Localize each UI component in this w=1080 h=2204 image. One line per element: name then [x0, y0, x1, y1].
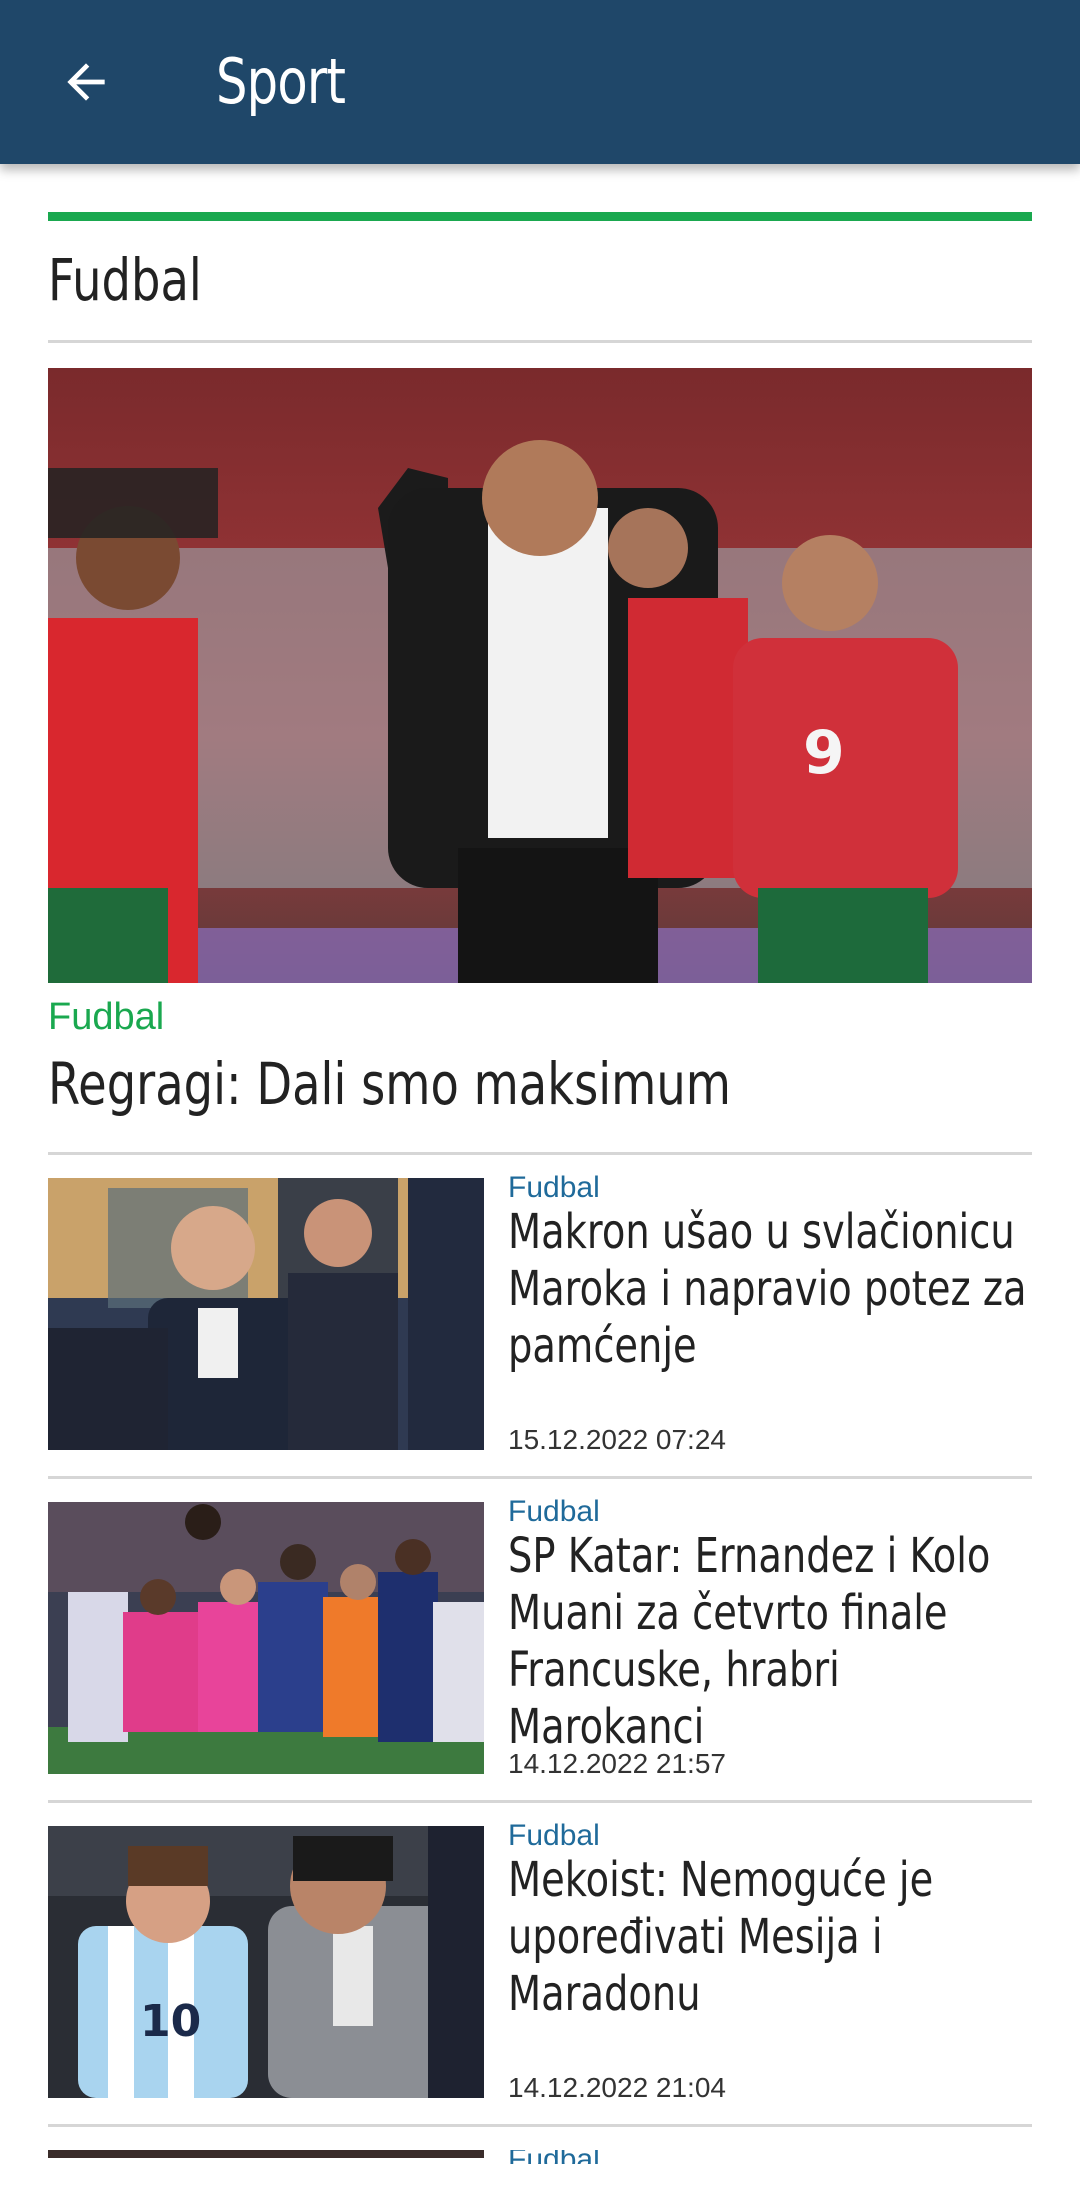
- page-title: Sport: [216, 45, 346, 118]
- svg-text:10: 10: [140, 1996, 201, 2047]
- divider: [48, 340, 1032, 343]
- app-bar: Sport: [0, 0, 1080, 164]
- section-accent-line: [48, 212, 1032, 221]
- article-category: Fudbal: [508, 1171, 600, 1204]
- list-item[interactable]: Fudbal Makron ušao u svlačionicu Maroka …: [48, 1171, 1032, 1455]
- list-item[interactable]: Fudbal: [48, 2150, 1032, 2164]
- featured-article-category: Fudbal: [48, 996, 165, 1038]
- divider: [48, 2124, 1032, 2127]
- section-title: Fudbal: [48, 246, 202, 314]
- article-thumbnail: [48, 1502, 484, 1774]
- article-title: Mekoist: Nemoguće je upoređivati Mesija …: [508, 1852, 934, 2022]
- divider: [48, 1476, 1032, 1479]
- arrow-left-icon: [67, 63, 105, 101]
- article-category: Fudbal: [508, 2150, 600, 2164]
- divider: [48, 1800, 1032, 1803]
- article-thumbnail: 10: [48, 1826, 484, 2098]
- divider: [48, 1152, 1032, 1155]
- featured-article-image: 9: [48, 368, 1032, 983]
- article-title: SP Katar: Ernandez i Kolo Muani za četvr…: [508, 1528, 991, 1755]
- article-category: Fudbal: [508, 1819, 600, 1852]
- featured-article-title: Regragi: Dali smo maksimum: [48, 1050, 731, 1118]
- list-item[interactable]: 10 Fudbal Mekoist: Nemoguće je upoređiva…: [48, 1819, 1032, 2103]
- article-thumbnail: [48, 1178, 484, 1450]
- list-item[interactable]: Fudbal SP Katar: Ernandez i Kolo Muani z…: [48, 1495, 1032, 1779]
- article-date: 14.12.2022 21:57: [508, 1748, 726, 1779]
- article-date: 14.12.2022 21:04: [508, 2072, 726, 2103]
- article-thumbnail: [48, 2150, 484, 2158]
- article-title: Makron ušao u svlačionicu Maroka i napra…: [508, 1204, 1027, 1374]
- back-button[interactable]: [40, 36, 132, 128]
- svg-text:9: 9: [803, 718, 845, 788]
- article-date: 15.12.2022 07:24: [508, 1424, 726, 1455]
- article-category: Fudbal: [508, 1495, 600, 1528]
